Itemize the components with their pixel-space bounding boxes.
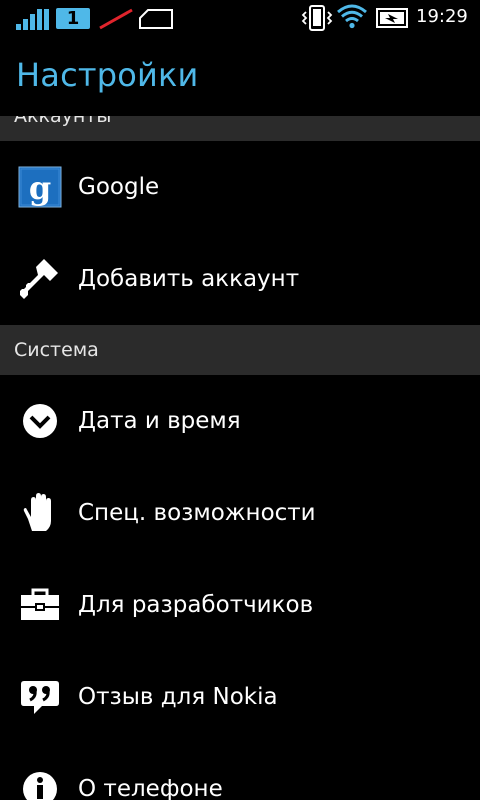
section-header-accounts: Аккаунты (0, 116, 480, 141)
info-icon (23, 772, 57, 800)
sd-card-icon (139, 9, 173, 29)
settings-item-label: Спец. возможности (78, 500, 316, 526)
sim-icon: 1 (56, 8, 90, 29)
settings-item-label: Google (78, 174, 160, 200)
section-header-system: Система (0, 325, 480, 375)
sim-number: 1 (66, 8, 80, 29)
settings-item-google[interactable]: g Google (0, 141, 480, 233)
page-title: Настройки (16, 56, 199, 94)
settings-item-label: Дата и время (78, 408, 241, 434)
status-bar: 1 19:29 (0, 0, 480, 36)
settings-item-date-time[interactable]: Дата и время (0, 375, 480, 467)
settings-item-accessibility[interactable]: Спец. возможности (0, 467, 480, 559)
settings-item-developer[interactable]: Для разработчиков (0, 559, 480, 651)
toolbox-icon (21, 588, 59, 620)
wifi-icon (337, 4, 367, 29)
clock-text: 19:29 (416, 6, 468, 27)
svg-text:g: g (29, 169, 51, 207)
section-label-accounts: Аккаунты (14, 116, 112, 127)
settings-item-about-phone[interactable]: О телефоне (0, 743, 480, 800)
settings-item-label: Отзыв для Nokia (78, 684, 278, 710)
clock-icon (23, 404, 57, 438)
battery-charging-icon (376, 8, 408, 28)
settings-item-label: Для разработчиков (78, 592, 314, 618)
key-icon (20, 259, 58, 299)
hand-icon (23, 493, 51, 531)
google-icon: g (18, 166, 62, 208)
no-data-icon (99, 8, 133, 30)
settings-item-label: О телефоне (78, 776, 223, 800)
section-label-system: Система (14, 339, 99, 361)
settings-item-label: Добавить аккаунт (78, 266, 300, 292)
settings-item-add-account[interactable]: Добавить аккаунт (0, 233, 480, 325)
settings-item-feedback[interactable]: Отзыв для Nokia (0, 651, 480, 743)
signal-icon (16, 9, 49, 30)
vibrate-icon (301, 5, 333, 31)
quote-bubble-icon (21, 681, 59, 714)
